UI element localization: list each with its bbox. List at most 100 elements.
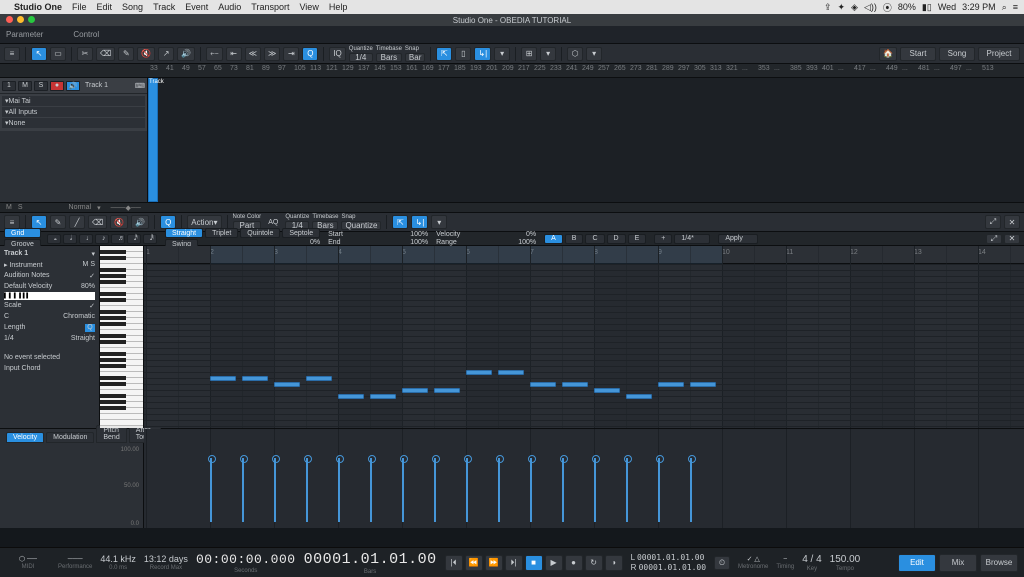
menu-audio[interactable]: Audio	[218, 2, 241, 12]
start-button[interactable]: Start	[900, 47, 936, 61]
app-name[interactable]: Studio One	[14, 2, 62, 12]
velocity-val[interactable]: 0%	[526, 231, 536, 238]
status-s[interactable]: S	[18, 204, 23, 211]
velocity-bar[interactable]	[274, 458, 276, 522]
time-bars[interactable]: 00001.01.01.00	[304, 551, 437, 568]
velocity-bar[interactable]	[498, 458, 500, 522]
apply-button[interactable]: Apply	[718, 234, 758, 244]
wifi-icon[interactable]: ⦿	[883, 1, 892, 14]
menu-event[interactable]: Event	[185, 2, 208, 12]
menu-help[interactable]: Help	[329, 2, 348, 12]
note-whole-icon[interactable]: 𝅝	[47, 234, 61, 244]
track-record[interactable]: ●	[50, 81, 64, 91]
piano-keys[interactable]	[100, 246, 144, 428]
range-tool[interactable]: ▭	[50, 47, 66, 61]
ed-q-icon[interactable]: Q	[160, 215, 176, 229]
velocity-bar[interactable]	[402, 458, 404, 522]
time-signature[interactable]: 4 / 4	[802, 554, 821, 565]
goto-end-icon[interactable]: ⏵|	[505, 555, 523, 571]
timebase-value[interactable]: Bars	[376, 53, 402, 62]
status-dd-icon[interactable]: ▾	[97, 204, 101, 212]
note-64-icon[interactable]: 𝅘𝅥𝅱	[143, 234, 157, 244]
traffic-lights[interactable]	[6, 16, 35, 23]
length-q-icon[interactable]: Q	[85, 324, 95, 332]
midi-note[interactable]	[402, 388, 428, 393]
spotlight-icon[interactable]: ⌕	[1002, 2, 1007, 13]
scale-root[interactable]: C	[4, 313, 9, 320]
skip-back-icon[interactable]: ≪	[245, 47, 261, 61]
listen-tool[interactable]: 🔊	[177, 47, 195, 61]
marker-dd-icon[interactable]: ▾	[494, 47, 510, 61]
action-button[interactable]: Action ▾	[187, 215, 221, 229]
loop-l-value[interactable]: 00001.01.01.00	[637, 553, 704, 562]
aq-icon[interactable]: AQ	[268, 219, 278, 226]
q-expand-icon[interactable]: ⤢	[986, 234, 1002, 244]
straight-mode[interactable]: Straight	[165, 228, 203, 238]
track-input[interactable]: ▾ All Inputs	[2, 107, 145, 117]
midi-note[interactable]	[306, 376, 332, 381]
triplet-mode[interactable]: Triplet	[205, 228, 238, 238]
ed-line-tool[interactable]: ╱	[69, 215, 85, 229]
midi-note[interactable]	[594, 388, 620, 393]
tab-modulation[interactable]: Modulation	[46, 432, 94, 443]
track-solo[interactable]: S	[34, 81, 48, 91]
grid-dd-icon[interactable]: ▾	[540, 47, 556, 61]
clock[interactable]: 3:29 PM	[962, 2, 996, 12]
ed-draw-tool[interactable]: ✎	[50, 215, 66, 229]
velocity-bar[interactable]	[690, 458, 692, 522]
midi-note[interactable]	[210, 376, 236, 381]
marker-go-icon[interactable]: ⇱	[436, 47, 452, 61]
skip-fwd-icon[interactable]: ≫	[264, 47, 280, 61]
ed-mute-tool[interactable]: 🔇	[110, 215, 128, 229]
track-instrument[interactable]: ▾ Mai Tai	[2, 96, 145, 106]
septole-mode[interactable]: Septole	[282, 228, 320, 238]
mini-keyboard[interactable]: ▌ ▌ ▌▐▐▐	[4, 293, 28, 299]
length-val[interactable]: 1/4*	[674, 234, 710, 244]
iq-label[interactable]: IQ	[329, 47, 345, 61]
zoom-bar[interactable]: ───◆──	[111, 204, 141, 212]
defvel-value[interactable]: 80%	[81, 283, 95, 290]
ed-close-icon[interactable]: ✕	[1004, 215, 1020, 229]
velocity-bar[interactable]	[434, 458, 436, 522]
automation-dd-icon[interactable]: ▾	[586, 47, 602, 61]
end-val[interactable]: 100%	[410, 239, 428, 246]
velocity-bar[interactable]	[306, 458, 308, 522]
home-icon[interactable]: 🏠	[879, 47, 897, 61]
rewind-icon[interactable]: ⏪	[465, 555, 483, 571]
menu-file[interactable]: File	[72, 2, 87, 12]
metronome[interactable]: ✓ △	[747, 555, 760, 563]
slot-b[interactable]: B	[565, 234, 584, 244]
note-lane[interactable]: 1234567891011121314	[144, 246, 1024, 428]
velocity-bar[interactable]	[466, 458, 468, 522]
ed-goto2-icon[interactable]: ↳|	[411, 215, 428, 229]
editor-track[interactable]: Track 1	[4, 250, 28, 257]
prev-icon[interactable]: ⇤	[226, 47, 242, 61]
quantize-value[interactable]: 1/4	[349, 53, 373, 62]
midi-note[interactable]	[626, 394, 652, 399]
preroll-icon[interactable]: ⏲	[714, 556, 730, 570]
note-eighth-icon[interactable]: ♪	[95, 234, 109, 244]
tempo-value[interactable]: 150.00	[830, 554, 861, 565]
dropbox-icon[interactable]: ⇪	[824, 2, 832, 13]
goto-start-icon[interactable]: |⏴	[445, 555, 463, 571]
draw-tool[interactable]: ✎	[118, 47, 134, 61]
midi-note[interactable]	[370, 394, 396, 399]
range-val[interactable]: 100%	[518, 239, 536, 246]
next-icon[interactable]: ⇥	[283, 47, 299, 61]
start-val[interactable]: 100%	[410, 231, 428, 238]
length-value[interactable]: 1/4	[4, 335, 14, 342]
velocity-bar[interactable]	[242, 458, 244, 522]
time-seconds[interactable]: 00:00:00.000	[196, 552, 296, 567]
menu-edit[interactable]: Edit	[97, 2, 113, 12]
velocity-bar[interactable]	[594, 458, 596, 522]
ed-erase-tool[interactable]: ⌫	[88, 215, 107, 229]
tab-velocity[interactable]: Velocity	[6, 432, 44, 443]
track-output[interactable]: ▾ None	[2, 118, 145, 128]
ed-expand-icon[interactable]: ⤢	[985, 215, 1001, 229]
grid-mode[interactable]: Grid	[4, 228, 41, 238]
track-monitor[interactable]: 🔊	[66, 81, 80, 91]
velocity-bar[interactable]	[562, 458, 564, 522]
note-32-icon[interactable]: 𝅘𝅥𝅰	[127, 234, 141, 244]
slot-c[interactable]: C	[585, 234, 604, 244]
song-button[interactable]: Song	[939, 47, 975, 61]
